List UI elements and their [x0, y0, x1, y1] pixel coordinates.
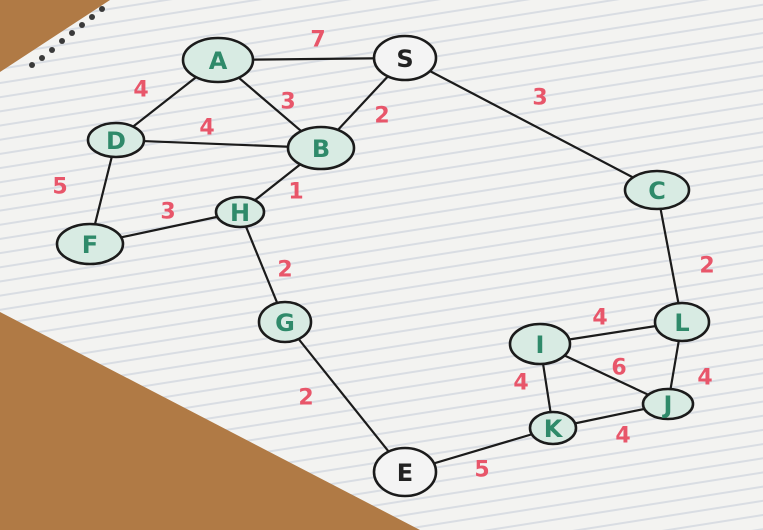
weight-h-g: 2 — [277, 258, 292, 283]
weight-c-l: 2 — [699, 254, 714, 279]
weight-g-e: 2 — [298, 386, 313, 411]
weight-k-j: 4 — [615, 424, 630, 449]
node-i: I — [508, 322, 572, 366]
node-label: J — [662, 391, 673, 419]
node-j: J — [641, 387, 695, 421]
node-h: H — [214, 195, 266, 229]
weight-i-k: 4 — [513, 371, 528, 396]
weight-f-h: 3 — [160, 200, 175, 225]
node-label: S — [396, 45, 413, 73]
weight-d-f: 5 — [52, 175, 67, 200]
node-d: D — [86, 121, 146, 159]
node-e: E — [372, 446, 438, 498]
node-a: A — [181, 36, 255, 84]
node-s: S — [372, 34, 438, 82]
node-label: G — [275, 309, 295, 337]
node-label: B — [312, 135, 330, 163]
weight-e-k: 5 — [474, 458, 489, 483]
weight-i-j: 6 — [611, 356, 626, 381]
node-label: K — [544, 415, 564, 443]
node-label: D — [106, 127, 126, 155]
node-k: K — [528, 410, 578, 446]
weight-a-d: 4 — [133, 78, 148, 103]
node-label: C — [648, 177, 666, 205]
node-label: H — [230, 199, 250, 227]
weight-d-b: 4 — [199, 116, 214, 141]
node-label: L — [674, 309, 689, 337]
node-g: G — [257, 300, 313, 344]
weight-b-h: 1 — [288, 180, 303, 205]
weight-l-j: 4 — [697, 366, 712, 391]
node-l: L — [653, 301, 711, 343]
weight-i-l: 4 — [592, 306, 607, 331]
node-label: F — [82, 231, 98, 259]
weight-a-b: 3 — [280, 90, 295, 115]
node-label: A — [209, 47, 228, 75]
node-c: C — [623, 169, 691, 211]
graph-photo: SABDFHGECLIJK 7234 345 13222446445 — [0, 0, 763, 530]
node-label: I — [536, 331, 545, 359]
node-label: E — [397, 459, 413, 487]
weight-s-b: 2 — [374, 104, 389, 129]
node-f: F — [55, 222, 125, 266]
node-b: B — [286, 125, 356, 171]
weight-s-c: 3 — [532, 86, 547, 111]
weight-a-s: 7 — [310, 28, 325, 53]
